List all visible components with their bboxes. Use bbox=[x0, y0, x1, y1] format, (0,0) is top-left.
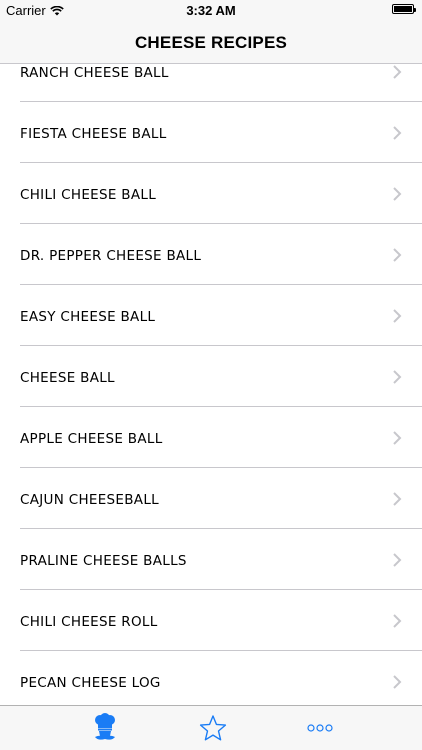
tab-recipes[interactable] bbox=[89, 712, 121, 744]
list-item-label: EASY CHEESE BALL bbox=[20, 309, 156, 325]
tab-favorites[interactable] bbox=[197, 712, 229, 744]
list-item[interactable]: CHEESE BALL bbox=[20, 346, 422, 407]
list-item-label: PRALINE CHEESE BALLS bbox=[20, 553, 187, 569]
tab-bar bbox=[0, 705, 422, 750]
navigation-bar: CHEESE RECIPES bbox=[0, 22, 422, 64]
chevron-right-icon bbox=[393, 431, 402, 445]
tab-more[interactable] bbox=[304, 712, 336, 744]
list-item[interactable]: CHILI CHEESE ROLL bbox=[20, 590, 422, 651]
list-item[interactable]: RANCH CHEESE BALL bbox=[20, 64, 422, 102]
list-item-label: RANCH CHEESE BALL bbox=[20, 65, 169, 81]
chevron-right-icon bbox=[393, 65, 402, 79]
chevron-right-icon bbox=[393, 553, 402, 567]
chevron-right-icon bbox=[393, 492, 402, 506]
chevron-right-icon bbox=[393, 126, 402, 140]
list-item-label: PECAN CHEESE LOG bbox=[20, 675, 161, 691]
list-item-label: CAJUN CHEESEBALL bbox=[20, 492, 159, 508]
list-item[interactable]: EASY CHEESE BALL bbox=[20, 285, 422, 346]
list-item[interactable]: DR. PEPPER CHEESE BALL bbox=[20, 224, 422, 285]
list-item-label: FIESTA CHEESE BALL bbox=[20, 126, 167, 142]
chevron-right-icon bbox=[393, 614, 402, 628]
list-item[interactable]: APPLE CHEESE BALL bbox=[20, 407, 422, 468]
status-time: 3:32 AM bbox=[186, 3, 236, 18]
chef-icon bbox=[95, 713, 115, 740]
list-item[interactable]: FIESTA CHEESE BALL bbox=[20, 102, 422, 163]
chevron-right-icon bbox=[393, 370, 402, 384]
chevron-right-icon bbox=[393, 675, 402, 689]
list-item-label: DR. PEPPER CHEESE BALL bbox=[20, 248, 202, 264]
list-item[interactable]: PECAN CHEESE LOG bbox=[20, 651, 422, 705]
more-icon bbox=[307, 724, 333, 732]
list-item[interactable]: PRALINE CHEESE BALLS bbox=[20, 529, 422, 590]
recipe-list-content: RANCH CHEESE BALL FIESTA CHEESE BALL CHI… bbox=[0, 64, 422, 705]
chevron-right-icon bbox=[393, 187, 402, 201]
status-right bbox=[392, 4, 416, 14]
recipe-list[interactable]: RANCH CHEESE BALL FIESTA CHEESE BALL CHI… bbox=[0, 64, 422, 705]
status-bar: Carrier 3:32 AM bbox=[0, 0, 422, 22]
list-item[interactable]: CHILI CHEESE BALL bbox=[20, 163, 422, 224]
list-item-label: CHILI CHEESE ROLL bbox=[20, 614, 158, 630]
star-icon bbox=[199, 715, 227, 741]
page-title: CHEESE RECIPES bbox=[134, 33, 288, 52]
list-item-label: APPLE CHEESE BALL bbox=[20, 431, 163, 447]
list-item-label: CHILI CHEESE BALL bbox=[20, 187, 157, 203]
chevron-right-icon bbox=[393, 248, 402, 262]
battery-icon bbox=[392, 4, 416, 14]
list-item[interactable]: CAJUN CHEESEBALL bbox=[20, 468, 422, 529]
chevron-right-icon bbox=[393, 309, 402, 323]
list-item-label: CHEESE BALL bbox=[20, 370, 115, 386]
